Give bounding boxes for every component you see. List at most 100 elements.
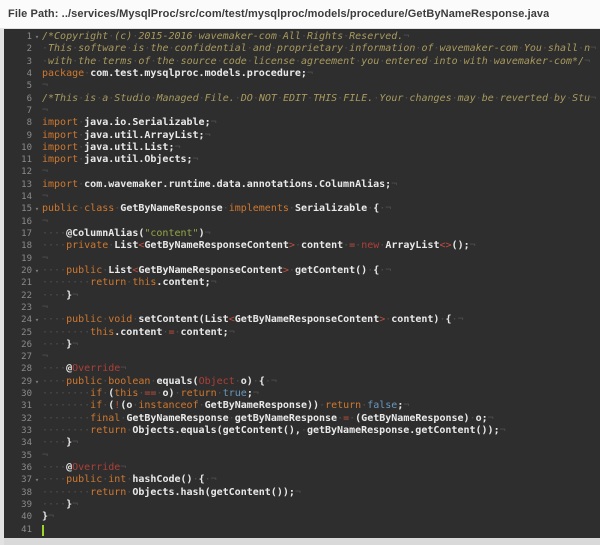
line-number: 21 xyxy=(4,277,32,289)
fold-column xyxy=(32,130,42,142)
code-line[interactable]: 7¬ xyxy=(4,105,600,117)
fold-column xyxy=(32,363,42,375)
line-number: 40 xyxy=(4,511,32,523)
eol-mark: ¬ xyxy=(211,277,217,288)
fold-column xyxy=(32,43,42,55)
code-line[interactable]: 14 ¬ xyxy=(4,191,600,203)
fold-column xyxy=(32,216,42,228)
code-line[interactable]: 10import·java.util.List;¬ xyxy=(4,142,600,154)
fold-toggle-icon[interactable]: ▾ xyxy=(32,265,42,277)
code-line[interactable]: 38········return·Objects.hash(getContent… xyxy=(4,487,600,499)
code-editor[interactable]: 1▾/*Copyright·(c)·2015-2016·wavemaker-co… xyxy=(4,29,600,538)
code-line[interactable]: 30 ········if·(this·==·o)·return·true;¬ xyxy=(4,388,600,400)
fold-column xyxy=(32,56,42,68)
code-line[interactable]: 2·This·software·is·the·confidential·and·… xyxy=(4,43,600,55)
code-line[interactable]: 8import·java.io.Serializable;¬ xyxy=(4,117,600,129)
code-text: import·java.util.Objects;¬ xyxy=(42,154,600,166)
line-number: 23 xyxy=(4,302,32,314)
fold-toggle-icon[interactable]: ▾ xyxy=(32,314,42,326)
code-line[interactable]: 22····}¬ xyxy=(4,290,600,302)
eol-mark: ¬ xyxy=(403,400,409,411)
code-text: ····}¬ xyxy=(42,499,600,511)
code-line[interactable]: 6/*This·is·a·Studio·Managed·File.·DO·NOT… xyxy=(4,93,600,105)
line-number: 20 xyxy=(4,265,32,277)
line-number: 24 xyxy=(4,314,32,326)
code-line[interactable]: 4package·com.test.mysqlproc.models.proce… xyxy=(4,68,600,80)
code-line[interactable]: 26····}¬ xyxy=(4,339,600,351)
code-line[interactable]: 33········return·Objects.equals(getConte… xyxy=(4,425,600,437)
code-line[interactable]: 25········this.content·=·content;¬ xyxy=(4,327,600,339)
line-number: 13 xyxy=(4,179,32,191)
code-line[interactable]: 39····}¬ xyxy=(4,499,600,511)
code-text: ········return·Objects.equals(getContent… xyxy=(42,425,600,437)
code-line[interactable]: 21········return·this.content;¬ xyxy=(4,277,600,289)
eol-mark: ¬ xyxy=(488,413,494,424)
fold-toggle-icon[interactable]: ▾ xyxy=(32,474,42,486)
file-path-label: File Path: ../services/MysqlProc/src/com… xyxy=(8,8,549,20)
code-text: public·class·GetByNameResponse·implement… xyxy=(42,203,600,215)
code-line[interactable]: 41 xyxy=(4,524,600,536)
fold-toggle-icon[interactable]: ▾ xyxy=(32,31,42,43)
eol-mark: ¬ xyxy=(385,265,391,276)
fold-toggle-icon[interactable]: ▾ xyxy=(32,203,42,215)
fold-column xyxy=(32,400,42,412)
fold-column xyxy=(32,228,42,240)
fold-toggle-icon[interactable]: ▾ xyxy=(32,376,42,388)
horizontal-scrollbar-track[interactable] xyxy=(4,538,600,545)
code-text: ·This·software·is·the·confidential·and·p… xyxy=(42,43,600,55)
code-text: import·java.util.ArrayList;¬ xyxy=(42,130,600,142)
code-line[interactable]: 32········final·GetByNameResponse·getByN… xyxy=(4,413,600,425)
code-line[interactable]: 28····@Override¬ xyxy=(4,363,600,375)
code-text: ········return·Objects.hash(getContent()… xyxy=(42,487,600,499)
code-text: ¬ xyxy=(42,191,600,203)
code-line[interactable]: 19¬ xyxy=(4,253,600,265)
line-number: 30 xyxy=(4,388,32,400)
line-number: 22 xyxy=(4,290,32,302)
fold-column xyxy=(32,339,42,351)
line-number: 15 xyxy=(4,203,32,215)
code-line[interactable]: 31········if·(!(o·instanceof·GetByNameRe… xyxy=(4,400,600,412)
code-line[interactable]: 20▾····public·List<GetByNameResponseCont… xyxy=(4,265,600,277)
code-text: ····public·int·hashCode()·{·¬ xyxy=(42,474,600,486)
code-line[interactable]: 35¬ xyxy=(4,450,600,462)
code-line[interactable]: 3·with·the·terms·of·the·source·code·lice… xyxy=(4,56,600,68)
line-number: 37 xyxy=(4,474,32,486)
fold-column xyxy=(32,511,42,523)
code-line[interactable]: 24▾····public·void·setContent(List<GetBy… xyxy=(4,314,600,326)
code-line[interactable]: 37▾····public·int·hashCode()·{·¬ xyxy=(4,474,600,486)
code-line[interactable]: 29▾····public·boolean·equals(Object·o)·{… xyxy=(4,376,600,388)
code-line[interactable]: 15▾public·class·GetByNameResponse·implem… xyxy=(4,203,600,215)
file-path-header: File Path: ../services/MysqlProc/src/com… xyxy=(0,0,600,29)
code-line[interactable]: 1▾/*Copyright·(c)·2015-2016·wavemaker-co… xyxy=(4,31,600,43)
code-line[interactable]: 36····@Override¬ xyxy=(4,462,600,474)
code-line[interactable]: 11 import·java.util.Objects;¬ xyxy=(4,154,600,166)
code-line[interactable]: 34····}¬ xyxy=(4,437,600,449)
fold-column xyxy=(32,277,42,289)
code-text: ········if·(this·==·o)·return·true;¬ xyxy=(42,388,600,400)
code-line[interactable]: 17····@ColumnAlias("content")¬ xyxy=(4,228,600,240)
line-number: 35 xyxy=(4,450,32,462)
code-line[interactable]: 40}¬ xyxy=(4,511,600,523)
code-text: /*This·is·a·Studio·Managed·File.·DO·NOT·… xyxy=(42,93,600,105)
code-line[interactable]: 18····private·List<GetByNameResponseCont… xyxy=(4,240,600,252)
fold-column xyxy=(32,105,42,117)
line-number: 27 xyxy=(4,351,32,363)
line-number: 4 xyxy=(4,68,32,80)
eol-mark: ¬ xyxy=(307,68,313,79)
code-line[interactable]: 5¬ xyxy=(4,80,600,92)
eol-mark: ¬ xyxy=(385,203,391,214)
eol-mark: ¬ xyxy=(174,142,180,153)
fold-column xyxy=(32,93,42,105)
line-number: 14 xyxy=(4,191,32,203)
code-line[interactable]: 12¬ xyxy=(4,166,600,178)
code-line[interactable]: 27¬ xyxy=(4,351,600,363)
line-number: 9 xyxy=(4,130,32,142)
fold-column xyxy=(32,413,42,425)
code-line[interactable]: 16¬ xyxy=(4,216,600,228)
line-number: 11 xyxy=(4,154,32,166)
eol-mark: ¬ xyxy=(470,240,476,251)
code-line[interactable]: 13import·com.wavemaker.runtime.data.anno… xyxy=(4,179,600,191)
code-line[interactable]: 23¬ xyxy=(4,302,600,314)
eol-mark: ¬ xyxy=(391,179,397,190)
code-line[interactable]: 9 import·java.util.ArrayList;¬ xyxy=(4,130,600,142)
